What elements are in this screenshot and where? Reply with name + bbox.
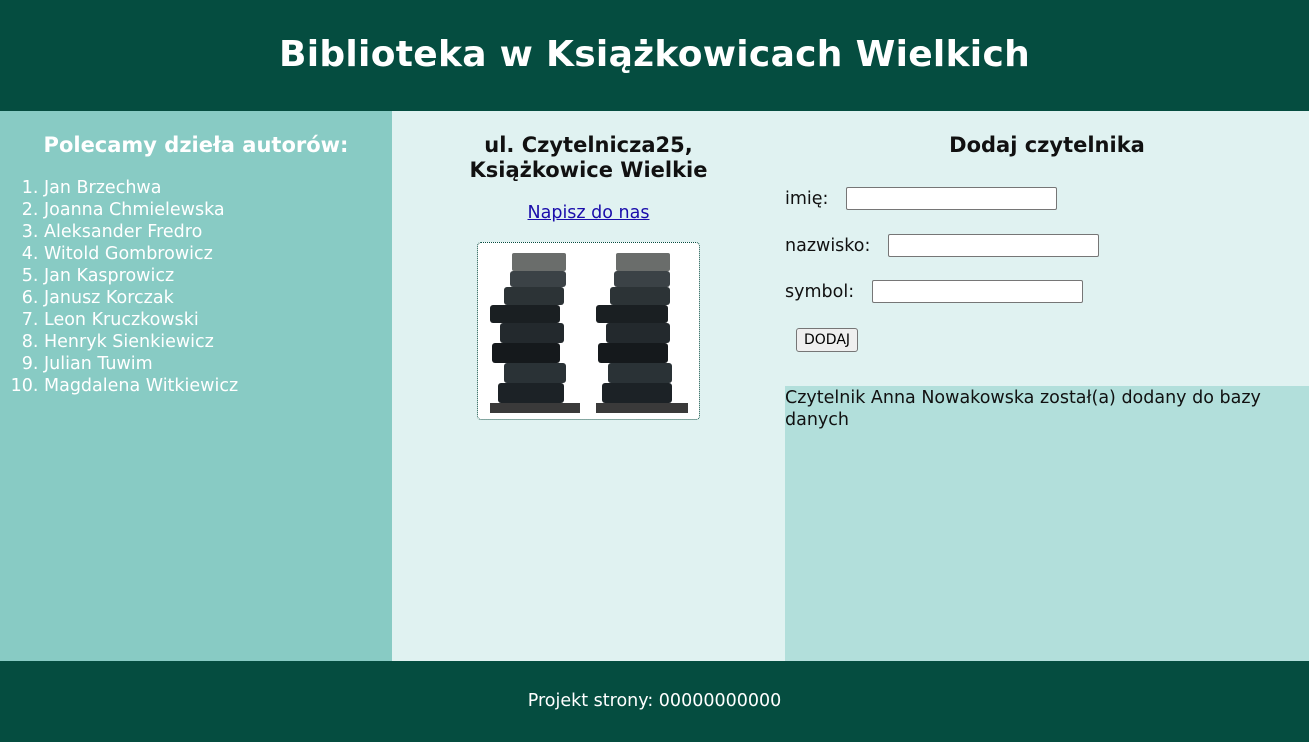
contact-panel: ul. Czytelnicza25, Książkowice Wielkie N… <box>392 111 785 661</box>
authors-heading: Polecamy dzieła autorów: <box>43 133 349 157</box>
address-line-2: Książkowice Wielkie <box>469 158 708 182</box>
page-title: Biblioteka w Książkowicach Wielkich <box>278 34 1031 75</box>
add-reader-button[interactable]: DODAJ <box>796 328 859 352</box>
list-item: Janusz Korczak <box>44 287 392 309</box>
nazwisko-row: nazwisko: <box>785 234 1100 257</box>
address-line-1: ul. Czytelnicza25, <box>484 133 693 157</box>
symbol-input[interactable] <box>872 280 1084 303</box>
result-message: Czytelnik Anna Nowakowska został(a) doda… <box>785 388 1261 430</box>
list-item: Joanna Chmielewska <box>44 199 392 221</box>
nazwisko-label: nazwisko: <box>785 235 871 256</box>
list-item: Witold Gombrowicz <box>44 243 392 265</box>
result-panel: Czytelnik Anna Nowakowska został(a) doda… <box>785 386 1309 661</box>
imie-row: imię: <box>785 187 1058 210</box>
authors-panel: Polecamy dzieła autorów: Jan Brzechwa Jo… <box>0 111 392 661</box>
symbol-label: symbol: <box>785 281 855 302</box>
contact-link[interactable]: Napisz do nas <box>528 203 650 223</box>
list-item: Jan Brzechwa <box>44 177 392 199</box>
list-item: Jan Kasprowicz <box>44 265 392 287</box>
form-heading: Dodaj czytelnika <box>949 133 1145 157</box>
footer-text: Projekt strony: 00000000000 <box>527 691 782 711</box>
book-stacks-picture <box>490 253 688 413</box>
imie-label: imię: <box>785 188 829 209</box>
list-item: Leon Kruczkowski <box>44 309 392 331</box>
authors-list: Jan Brzechwa Joanna Chmielewska Aleksand… <box>0 177 392 397</box>
list-item: Aleksander Fredro <box>44 221 392 243</box>
add-reader-form: Dodaj czytelnika imię: nazwisko: symbol:… <box>785 111 1309 386</box>
list-item: Magdalena Witkiewicz <box>44 375 392 397</box>
nazwisko-input[interactable] <box>888 234 1100 257</box>
symbol-row: symbol: <box>785 280 1084 303</box>
books-image <box>477 242 700 420</box>
list-item: Julian Tuwim <box>44 353 392 375</box>
page-header: Biblioteka w Książkowicach Wielkich <box>0 0 1309 111</box>
page-footer: Projekt strony: 00000000000 <box>0 661 1309 742</box>
imie-input[interactable] <box>846 187 1058 210</box>
address-heading: ul. Czytelnicza25, Książkowice Wielkie <box>392 111 785 183</box>
list-item: Henryk Sienkiewicz <box>44 331 392 353</box>
